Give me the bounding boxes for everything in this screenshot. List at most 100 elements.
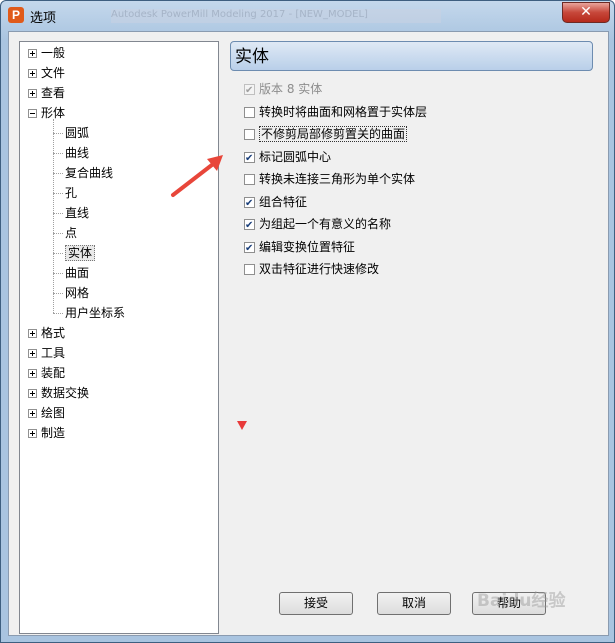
dialog-body: 一般 文件 查看 形体 圆弧 曲线 复合曲线孔直线点实体 曲面 网格 用户坐标系 格式 工具 装配 数据交… (8, 31, 609, 636)
accept-button[interactable]: 接受 (279, 592, 353, 615)
expand-icon[interactable] (28, 369, 37, 378)
tree-item[interactable]: 一般 (28, 43, 65, 63)
watermark: Baidu经验 (477, 591, 566, 611)
tree-item[interactable]: 装配 (28, 363, 65, 383)
tree-connector (53, 293, 63, 294)
expand-icon[interactable] (28, 329, 37, 338)
annotation-arrow (171, 155, 223, 197)
tree-item[interactable]: 数据交换 (28, 383, 89, 403)
tree-item-label: 圆弧 (65, 126, 90, 140)
checkbox[interactable] (244, 264, 255, 275)
annotation-marker (237, 421, 247, 430)
checkbox-label: 转换未连接三角形为单个实体 (259, 172, 416, 186)
options-dialog: P 选项 Autodesk PowerMill Modeling 2017 - … (0, 0, 615, 643)
option-checkbox-row[interactable]: 组合特征 (244, 192, 308, 214)
option-checkbox-row[interactable]: 编辑变换位置特征 (244, 237, 356, 259)
tree-item-label: 制造 (41, 426, 66, 440)
expand-icon[interactable] (28, 389, 37, 398)
option-checkbox-row: 版本 8 实体 (244, 79, 323, 101)
tree-item-label: 装配 (41, 366, 66, 380)
checkbox-label: 为组起一个有意义的名称 (259, 217, 392, 231)
tree-connector (53, 133, 63, 134)
tree-item-label: 网格 (65, 286, 90, 300)
tree-item[interactable]: 用户坐标系 (65, 303, 125, 323)
tree-item[interactable]: 曲面 (65, 263, 89, 283)
checkbox[interactable] (244, 149, 255, 169)
tree-item[interactable]: 孔 (65, 183, 77, 203)
tree-item[interactable]: 复合曲线 (65, 163, 113, 183)
tree-item-label: 曲面 (65, 266, 90, 280)
tree-item[interactable]: 点 (65, 223, 77, 243)
checkbox[interactable] (244, 174, 255, 185)
panel-title: 实体 (230, 41, 593, 71)
option-checkbox-row[interactable]: 不修剪局部修剪置关的曲面 (244, 124, 408, 144)
tree-item[interactable]: 格式 (28, 323, 65, 343)
checkbox[interactable] (244, 239, 255, 259)
option-checkbox-row[interactable]: 双击特征进行快速修改 (244, 259, 379, 279)
option-checkbox-row[interactable]: 为组起一个有意义的名称 (244, 214, 392, 236)
expand-icon[interactable] (28, 349, 37, 358)
title-bar[interactable]: P 选项 Autodesk PowerMill Modeling 2017 - … (1, 1, 614, 31)
background-window-title: Autodesk PowerMill Modeling 2017 - [NEW_… (111, 9, 441, 23)
tree-connector (53, 119, 54, 313)
tree-item-label: 工具 (41, 346, 66, 360)
app-icon: P (8, 7, 24, 23)
checkbox-label: 版本 8 实体 (259, 82, 323, 96)
checkbox-label: 转换时将曲面和网格置于实体层 (259, 104, 428, 119)
window-title: 选项 (30, 11, 57, 26)
tree-item-label: 一般 (41, 46, 66, 60)
tree-item[interactable]: 制造 (28, 423, 65, 443)
tree-connector (53, 313, 63, 314)
tree-item-label: 用户坐标系 (65, 306, 126, 320)
tree-item-label: 孔 (65, 186, 78, 200)
tree-item[interactable]: 文件 (28, 63, 65, 83)
tree-item[interactable]: 查看 (28, 83, 65, 103)
tree-item-label: 查看 (41, 86, 66, 100)
tree-item-label: 点 (65, 226, 78, 240)
expand-icon[interactable] (28, 429, 37, 438)
tree-item[interactable]: 绘图 (28, 403, 65, 423)
tree-item-label: 复合曲线 (65, 166, 114, 180)
tree-connector (53, 193, 63, 194)
tree-connector (53, 273, 63, 274)
collapse-icon[interactable] (28, 109, 37, 118)
checkbox-label: 标记圆弧中心 (259, 149, 332, 164)
options-panel: 实体 版本 8 实体转换时将曲面和网格置于实体层不修剪局部修剪置关的曲面标记圆弧… (230, 41, 597, 632)
checkbox[interactable] (244, 129, 255, 140)
cancel-button[interactable]: 取消 (377, 592, 451, 615)
tree-item[interactable]: 实体 (65, 243, 96, 263)
tree-item-label: 曲线 (65, 146, 90, 160)
tree-item[interactable]: 工具 (28, 343, 65, 363)
checkbox-label: 组合特征 (259, 194, 308, 209)
tree-item-label: 直线 (65, 206, 90, 220)
tree-item-label: 文件 (41, 66, 66, 80)
checkbox (244, 81, 255, 101)
checkbox-label: 不修剪局部修剪置关的曲面 (259, 126, 408, 142)
checkbox[interactable] (244, 216, 255, 236)
tree-item-label: 实体 (65, 245, 96, 261)
tree-item[interactable]: 网格 (65, 283, 89, 303)
tree-item[interactable]: 直线 (65, 203, 89, 223)
checkbox[interactable] (244, 106, 255, 118)
tree-connector (53, 153, 63, 154)
tree-item[interactable]: 形体 (28, 103, 65, 123)
tree-connector (53, 233, 63, 234)
expand-icon[interactable] (28, 89, 37, 98)
tree-connector (53, 253, 63, 254)
option-checkbox-row[interactable]: 转换时将曲面和网格置于实体层 (244, 102, 427, 122)
options-tree[interactable]: 一般文件查看形体圆弧曲线复合曲线孔直线点实体曲面网格用户坐标系 格式工具装配数据交… (19, 41, 219, 634)
option-checkbox-row[interactable]: 标记圆弧中心 (244, 147, 332, 169)
checkbox[interactable] (244, 194, 255, 214)
expand-icon[interactable] (28, 409, 37, 418)
checkbox-label: 双击特征进行快速修改 (259, 262, 380, 276)
tree-item[interactable]: 曲线 (65, 143, 89, 163)
expand-icon[interactable] (28, 69, 37, 78)
tree-connector (53, 213, 63, 214)
expand-icon[interactable] (28, 49, 37, 58)
tree-item[interactable]: 圆弧 (65, 123, 89, 143)
tree-item-label: 形体 (41, 106, 66, 120)
tree-item-label: 数据交换 (41, 386, 90, 400)
close-button[interactable]: ✕ (562, 2, 610, 23)
option-checkbox-row[interactable]: 转换未连接三角形为单个实体 (244, 169, 415, 189)
checkbox-label: 编辑变换位置特征 (259, 239, 356, 254)
